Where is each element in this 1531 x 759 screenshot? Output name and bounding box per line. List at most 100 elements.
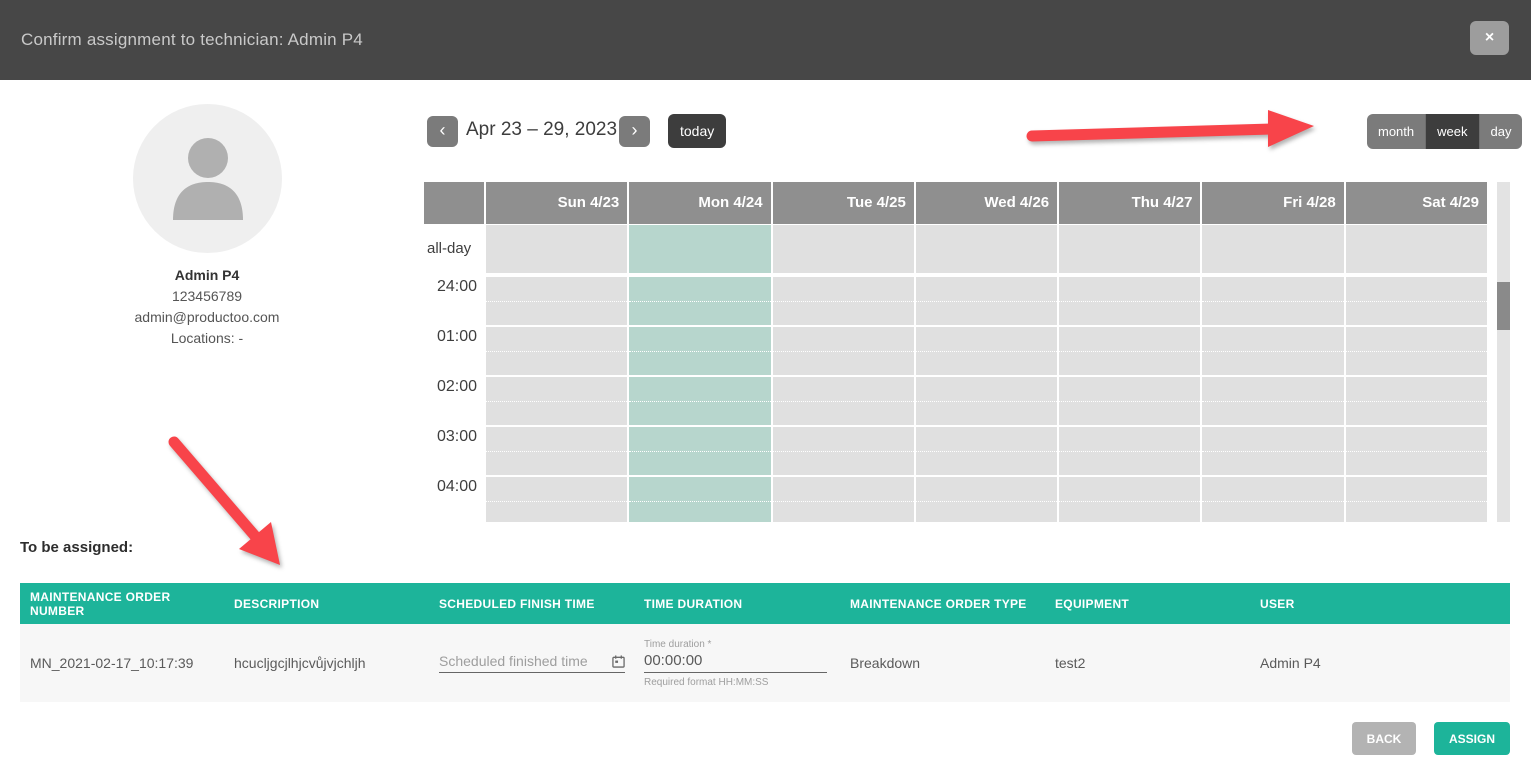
all-day-cell[interactable] [1346,225,1487,273]
calendar-day-header: Tue 4/25 [773,182,914,224]
today-button[interactable]: today [668,114,726,148]
time-label: 02:00 [424,377,484,425]
calendar-hour-row: 04:00 [424,477,1487,522]
calendar-slot[interactable] [1346,327,1487,375]
table-column-header: SCHEDULED FINISH TIME [429,597,634,611]
cell-user: Admin P4 [1250,655,1510,671]
technician-phone: 123456789 [57,286,357,307]
calendar-slot[interactable] [486,327,627,375]
all-day-cell[interactable] [629,225,770,273]
time-label: 04:00 [424,477,484,522]
all-day-cell[interactable] [1202,225,1343,273]
calendar-slot[interactable] [916,377,1057,425]
calendar-slot[interactable] [916,427,1057,475]
calendar-slot[interactable] [1346,477,1487,522]
calendar-slot[interactable] [1059,327,1200,375]
table-column-header: MAINTENANCE ORDER TYPE [840,597,1045,611]
cell-description: hcucljgcjlhjcvůjvjchljh [224,655,429,671]
calendar-slot[interactable] [1202,427,1343,475]
calendar-body: 24:0001:0002:0003:0004:00 [424,277,1487,522]
calendar-slot[interactable] [486,427,627,475]
all-day-cell[interactable] [916,225,1057,273]
view-switcher: monthweekday [1367,114,1522,149]
technician-avatar [133,104,282,253]
calendar-hour-row: 02:00 [424,377,1487,425]
calendar-slot[interactable] [1346,377,1487,425]
next-week-button[interactable]: › [619,116,650,147]
table-column-header: TIME DURATION [634,597,840,611]
calendar-slot[interactable] [1202,477,1343,522]
chevron-left-icon: ‹ [440,120,446,140]
assign-button[interactable]: ASSIGN [1434,722,1510,755]
calendar-slot[interactable] [916,277,1057,325]
scheduled-finish-input[interactable]: Scheduled finished time [439,653,625,673]
annotation-arrow-table [150,425,310,580]
calendar-slot[interactable] [1059,277,1200,325]
all-day-cell[interactable] [773,225,914,273]
view-button-day[interactable]: day [1479,114,1523,149]
technician-locations: Locations: - [57,328,357,349]
back-button[interactable]: BACK [1352,722,1416,755]
calendar-slot[interactable] [1059,377,1200,425]
scrollbar-thumb[interactable] [1497,282,1510,330]
time-label: 01:00 [424,327,484,375]
cell-order-type: Breakdown [840,655,1045,671]
calendar-day-header: Fri 4/28 [1202,182,1343,224]
calendar-slot[interactable] [486,377,627,425]
calendar-hour-row: 01:00 [424,327,1487,375]
calendar-slot[interactable] [629,377,770,425]
calendar-slot[interactable] [1346,427,1487,475]
calendar-day-header: Wed 4/26 [916,182,1057,224]
assignment-table-row: MN_2021-02-17_10:17:39 hcucljgcjlhjcvůjv… [20,624,1510,702]
calendar-slot[interactable] [486,277,627,325]
calendar-slot[interactable] [773,477,914,522]
calendar-slot[interactable] [773,377,914,425]
calendar-picker-icon[interactable] [612,655,625,668]
calendar-scrollbar[interactable] [1497,182,1510,522]
calendar-slot[interactable] [1202,327,1343,375]
calendar-slot[interactable] [629,277,770,325]
technician-email: admin@productoo.com [57,307,357,328]
time-label: 03:00 [424,427,484,475]
all-day-cell[interactable] [486,225,627,273]
calendar-day-header: Sat 4/29 [1346,182,1487,224]
calendar-slot[interactable] [1202,377,1343,425]
modal-header: Confirm assignment to technician: Admin … [0,0,1531,80]
calendar-slot[interactable] [1059,477,1200,522]
cell-order-number: MN_2021-02-17_10:17:39 [20,655,224,671]
calendar-day-header: Thu 4/27 [1059,182,1200,224]
view-button-month[interactable]: month [1367,114,1425,149]
view-button-week[interactable]: week [1425,114,1478,149]
time-label: 24:00 [424,277,484,325]
calendar-slot[interactable] [629,477,770,522]
calendar-slot[interactable] [1059,427,1200,475]
calendar-slot[interactable] [773,277,914,325]
calendar-corner-cell [424,182,484,224]
time-duration-hint: Required format HH:MM:SS [644,677,840,688]
scheduled-finish-placeholder: Scheduled finished time [439,653,588,669]
calendar-slot[interactable] [629,427,770,475]
calendar-hour-row: 24:00 [424,277,1487,325]
calendar-slot[interactable] [773,427,914,475]
modal-title: Confirm assignment to technician: Admin … [21,0,363,80]
prev-week-button[interactable]: ‹ [427,116,458,147]
calendar-slot[interactable] [1346,277,1487,325]
close-button[interactable]: × [1470,21,1509,55]
to-be-assigned-heading: To be assigned: [20,539,133,556]
all-day-label: all-day [424,225,484,273]
all-day-cell[interactable] [1059,225,1200,273]
table-column-header: EQUIPMENT [1045,597,1250,611]
table-column-header: USER [1250,597,1510,611]
time-duration-input[interactable]: 00:00:00 [644,652,827,673]
calendar-slot[interactable] [629,327,770,375]
calendar-hour-row: 03:00 [424,427,1487,475]
calendar-slot[interactable] [773,327,914,375]
chevron-right-icon: › [632,120,638,140]
table-column-header: MAINTENANCE ORDER NUMBER [20,590,224,618]
calendar-slot[interactable] [486,477,627,522]
calendar-slot[interactable] [916,477,1057,522]
calendar-slot[interactable] [916,327,1057,375]
table-column-header: DESCRIPTION [224,597,429,611]
assignment-table-header: MAINTENANCE ORDER NUMBERDESCRIPTIONSCHED… [20,583,1510,624]
calendar-slot[interactable] [1202,277,1343,325]
